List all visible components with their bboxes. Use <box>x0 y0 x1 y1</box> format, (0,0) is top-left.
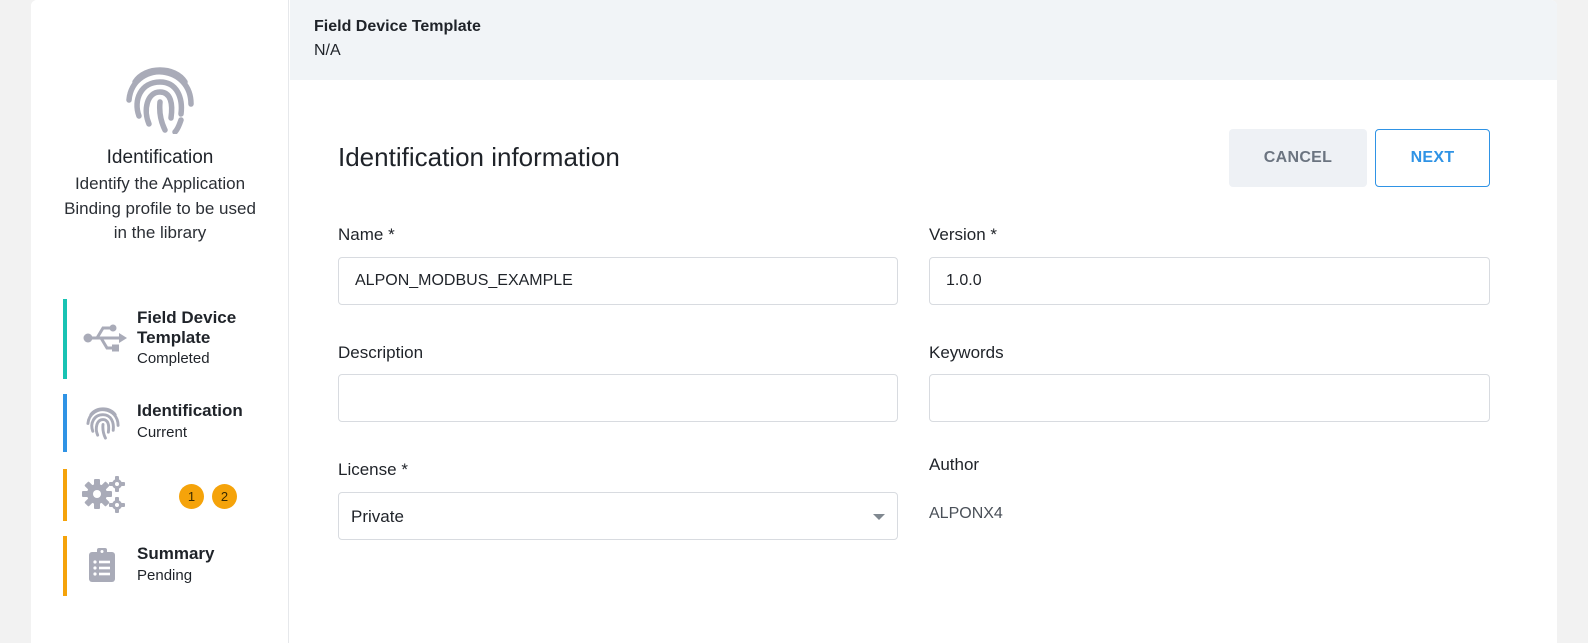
main-panel: Field Device Template N/A Identification… <box>290 0 1557 643</box>
cancel-button[interactable]: CANCEL <box>1229 129 1367 187</box>
step-indicator-bar <box>63 469 67 521</box>
app-window: Identification Identify the Application … <box>31 0 1557 643</box>
context-header: Field Device Template N/A <box>290 0 1557 80</box>
description-label: Description <box>338 343 424 362</box>
step-label-line1: Field Device <box>137 308 237 327</box>
step-status: Pending <box>137 567 193 584</box>
fingerprint-icon <box>126 67 194 134</box>
license-select[interactable]: Private <box>338 492 898 540</box>
step-label: Identification <box>137 401 243 420</box>
clipboard-icon <box>89 548 115 582</box>
step-indicator-bar <box>63 394 67 452</box>
step-status: Completed <box>137 350 210 367</box>
header-label: Field Device Template <box>314 18 481 35</box>
gears-icon <box>82 476 125 513</box>
wizard-sidebar: Identification Identify the Application … <box>31 0 289 643</box>
fingerprint-icon <box>86 407 120 440</box>
step-badge: 2 <box>212 484 237 509</box>
step-label-line2: Template <box>137 328 211 347</box>
form-title: Identification information <box>338 142 620 172</box>
keywords-input[interactable] <box>929 374 1490 422</box>
step-indicator-bar <box>63 299 67 379</box>
license-label: License * <box>338 460 408 479</box>
author-value: ALPONX4 <box>929 505 1003 522</box>
name-input[interactable] <box>338 257 898 305</box>
keywords-label: Keywords <box>929 343 1004 362</box>
usb-icon <box>83 324 127 352</box>
next-button[interactable]: NEXT <box>1375 129 1490 187</box>
version-input[interactable] <box>929 257 1490 305</box>
hero-description: Identify the Application Binding profile… <box>64 174 256 242</box>
version-label: Version * <box>929 225 998 244</box>
step-status: Current <box>137 424 188 441</box>
description-input[interactable] <box>338 374 898 422</box>
step-configuration[interactable]: 1 2 <box>63 469 289 521</box>
step-summary[interactable]: Summary Pending <box>63 536 289 596</box>
step-indicator-bar <box>63 536 67 596</box>
step-identification[interactable]: Identification Current <box>63 394 289 452</box>
name-label: Name * <box>338 225 395 244</box>
author-label: Author <box>929 455 980 474</box>
step-label: Summary <box>137 544 215 563</box>
chevron-down-icon <box>873 514 885 520</box>
header-value: N/A <box>314 42 341 59</box>
step-field-device-template[interactable]: Field Device Template Completed <box>63 299 289 379</box>
step-badge: 1 <box>179 484 204 509</box>
hero-title: Identification <box>106 147 214 168</box>
license-value: Private <box>351 507 404 526</box>
